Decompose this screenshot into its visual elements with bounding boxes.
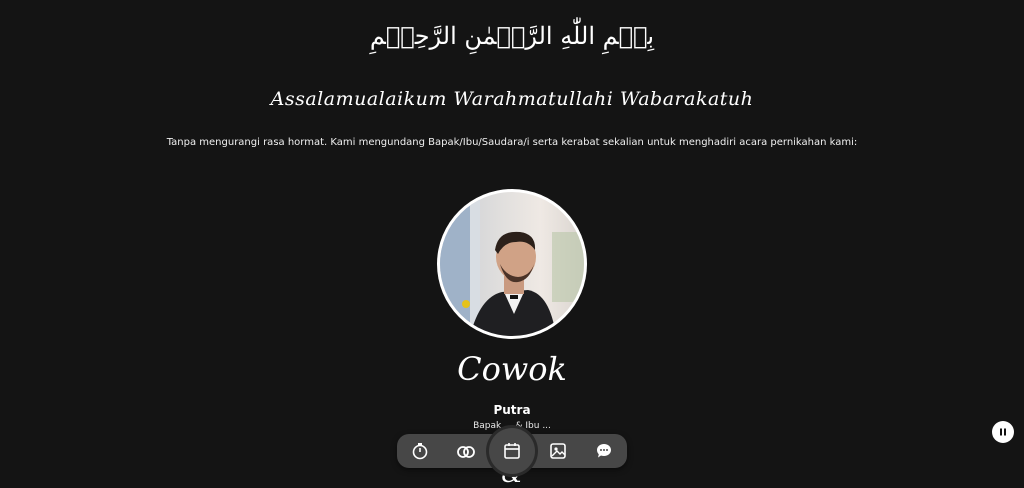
groom-photo — [440, 192, 584, 336]
nav-event-button[interactable] — [489, 428, 535, 474]
image-icon — [550, 443, 566, 459]
rings-icon — [457, 446, 475, 458]
bismillah-heading: بِسۡمِ اللّٰهِ الرَّحۡمٰنِ الرَّحِيۡمِ — [369, 22, 655, 50]
invitation-intro: Tanpa mengurangi rasa hormat. Kami mengu… — [166, 137, 858, 148]
chat-icon — [597, 444, 611, 458]
groom-nickname: Cowok — [457, 350, 567, 388]
greeting-title: Assalamualaikum Warahmatullahi Wabarakat… — [270, 88, 754, 110]
music-toggle-button[interactable] — [992, 421, 1014, 443]
nav-gallery-button[interactable] — [541, 434, 575, 468]
stopwatch-icon — [412, 443, 428, 460]
groom-full-name: Putra — [493, 403, 531, 417]
bottom-navigation — [397, 428, 627, 474]
nav-countdown-button[interactable] — [403, 434, 437, 468]
groom-photo-frame — [437, 189, 587, 339]
pause-icon — [1000, 428, 1006, 436]
calendar-icon — [504, 443, 520, 459]
nav-wishes-button[interactable] — [587, 434, 621, 468]
nav-couple-button[interactable] — [449, 434, 483, 468]
